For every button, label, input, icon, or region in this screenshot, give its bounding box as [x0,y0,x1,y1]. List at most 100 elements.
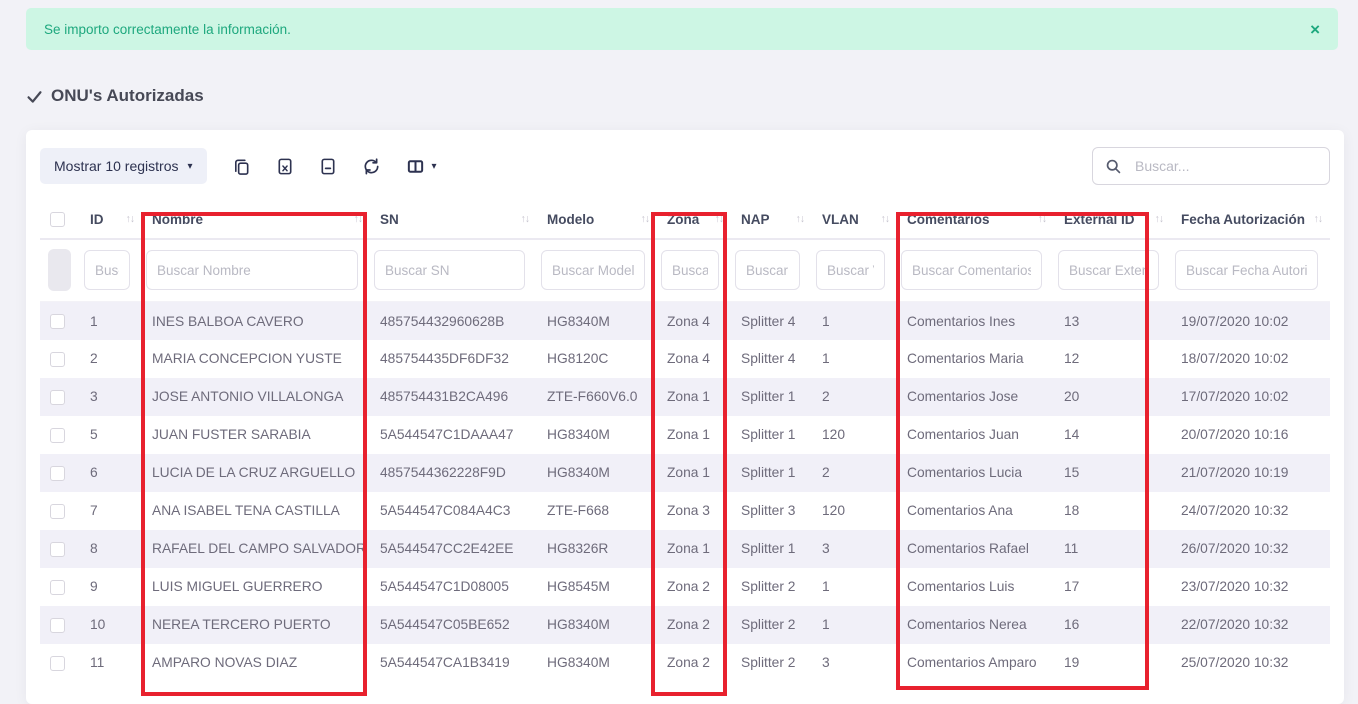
filter-input-sn[interactable] [374,250,525,290]
length-menu-button[interactable]: Mostrar 10 registros ▾ [40,148,207,184]
cell-external_id: 20 [1054,378,1171,416]
cell-external_id: 18 [1054,492,1171,530]
row-checkbox[interactable] [50,656,65,671]
column-header-vlan[interactable]: VLAN ↑↓ [812,200,897,239]
filter-input-fecha[interactable] [1175,250,1318,290]
cell-nombre: INES BALBOA CAVERO [142,302,370,340]
filter-input-comentarios[interactable] [901,250,1042,290]
column-visibility-button[interactable]: ▾ [406,157,437,176]
cell-comentarios: Comentarios Amparo [897,644,1054,682]
cell-nombre: JOSE ANTONIO VILLALONGA [142,378,370,416]
cell-comentarios: Comentarios Rafael [897,530,1054,568]
cell-sn: 5A544547CC2E42EE [370,530,537,568]
cell-vlan: 120 [812,416,897,454]
column-label-zona: Zona [667,212,699,227]
cell-nombre: LUCIA DE LA CRUZ ARGUELLO [142,454,370,492]
sort-icon[interactable]: ↑↓ [715,213,724,225]
cell-modelo: HG8340M [537,416,657,454]
row-checkbox[interactable] [50,314,65,329]
cell-fecha: 20/07/2020 10:16 [1171,416,1330,454]
cell-fecha: 17/07/2020 10:02 [1171,378,1330,416]
alert-close-icon[interactable]: × [1310,21,1320,38]
filter-input-modelo[interactable] [541,250,645,290]
sort-icon[interactable]: ↑↓ [796,213,805,225]
sort-icon[interactable]: ↑↓ [1314,213,1323,225]
cell-id: 7 [80,492,142,530]
cell-nombre: JUAN FUSTER SARABIA [142,416,370,454]
table-row: 3JOSE ANTONIO VILLALONGA485754431B2CA496… [40,378,1330,416]
onu-table: ID↑↓Nombre↑↓SN↑↓Modelo↑↓Zona↑↓NAP↑↓VLAN↑… [40,200,1330,682]
row-checkbox[interactable] [50,466,65,481]
row-checkbox[interactable] [50,428,65,443]
filter-cell-nap [731,239,812,302]
cell-nap: Splitter 2 [731,644,812,682]
select-all-header [40,200,80,239]
cell-fecha: 24/07/2020 10:32 [1171,492,1330,530]
cell-vlan: 1 [812,302,897,340]
sort-icon[interactable]: ↑↓ [641,213,650,225]
column-header-id[interactable]: ID ↑↓ [80,200,142,239]
sort-icon[interactable]: ↑↓ [1155,213,1164,225]
cell-vlan: 1 [812,340,897,378]
filter-input-external_id[interactable] [1058,250,1159,290]
row-checkbox[interactable] [50,542,65,557]
cell-external_id: 14 [1054,416,1171,454]
cell-comentarios: Comentarios Luis [897,568,1054,606]
sort-icon[interactable]: ↑↓ [126,213,135,225]
cell-modelo: ZTE-F668 [537,492,657,530]
column-label-comentarios: Comentarios [907,212,990,227]
search-input[interactable] [1133,157,1317,175]
cell-zona: Zona 4 [657,340,731,378]
cell-zona: Zona 2 [657,606,731,644]
column-label-vlan: VLAN [822,212,859,227]
cell-nap: Splitter 1 [731,530,812,568]
column-header-nap[interactable]: NAP↑↓ [731,200,812,239]
cell-zona: Zona 1 [657,530,731,568]
cell-sn: 5A544547C1DAAA47 [370,416,537,454]
copy-button[interactable] [232,157,251,176]
column-header-fecha[interactable]: Fecha Autorización↑↓ [1171,200,1330,239]
column-header-external_id[interactable]: External ID↑↓ [1054,200,1171,239]
row-checkbox[interactable] [50,352,65,367]
file-export-button[interactable] [319,157,337,176]
search-box[interactable] [1092,147,1330,185]
column-header-zona[interactable]: Zona ↑↓ [657,200,731,239]
filter-input-vlan[interactable] [816,250,885,290]
cell-sn: 5A544547C1D08005 [370,568,537,606]
column-header-sn[interactable]: SN↑↓ [370,200,537,239]
cell-nap: Splitter 2 [731,568,812,606]
filter-cell-vlan [812,239,897,302]
refresh-button[interactable] [362,157,381,176]
cell-vlan: 3 [812,644,897,682]
column-header-comentarios[interactable]: Comentarios ↑↓ [897,200,1054,239]
cell-id: 3 [80,378,142,416]
cell-select [40,606,80,644]
columns-icon [406,157,425,176]
filter-input-id[interactable] [84,250,130,290]
cell-zona: Zona 1 [657,378,731,416]
cell-zona: Zona 3 [657,492,731,530]
filter-input-zona[interactable] [661,250,719,290]
table-row: 8RAFAEL DEL CAMPO SALVADOR5A544547CC2E42… [40,530,1330,568]
table-row: 9LUIS MIGUEL GUERRERO5A544547C1D08005HG8… [40,568,1330,606]
sort-icon[interactable]: ↑↓ [521,213,530,225]
cell-external_id: 12 [1054,340,1171,378]
column-header-modelo[interactable]: Modelo↑↓ [537,200,657,239]
sort-icon[interactable]: ↑↓ [881,213,890,225]
cell-nap: Splitter 1 [731,454,812,492]
table-row: 10NEREA TERCERO PUERTO5A544547C05BE652HG… [40,606,1330,644]
table-row: 11AMPARO NOVAS DIAZ5A544547CA1B3419HG834… [40,644,1330,682]
row-checkbox[interactable] [50,618,65,633]
column-label-id: ID [90,212,104,227]
column-header-nombre[interactable]: Nombre↑↓ [142,200,370,239]
sort-icon[interactable]: ↑↓ [1038,213,1047,225]
row-checkbox[interactable] [50,390,65,405]
cell-nombre: AMPARO NOVAS DIAZ [142,644,370,682]
row-checkbox[interactable] [50,580,65,595]
filter-input-nombre[interactable] [146,250,358,290]
row-checkbox[interactable] [50,504,65,519]
excel-export-button[interactable] [276,157,294,176]
filter-input-nap[interactable] [735,250,800,290]
select-all-checkbox[interactable] [50,212,65,227]
sort-icon[interactable]: ↑↓ [354,213,363,225]
